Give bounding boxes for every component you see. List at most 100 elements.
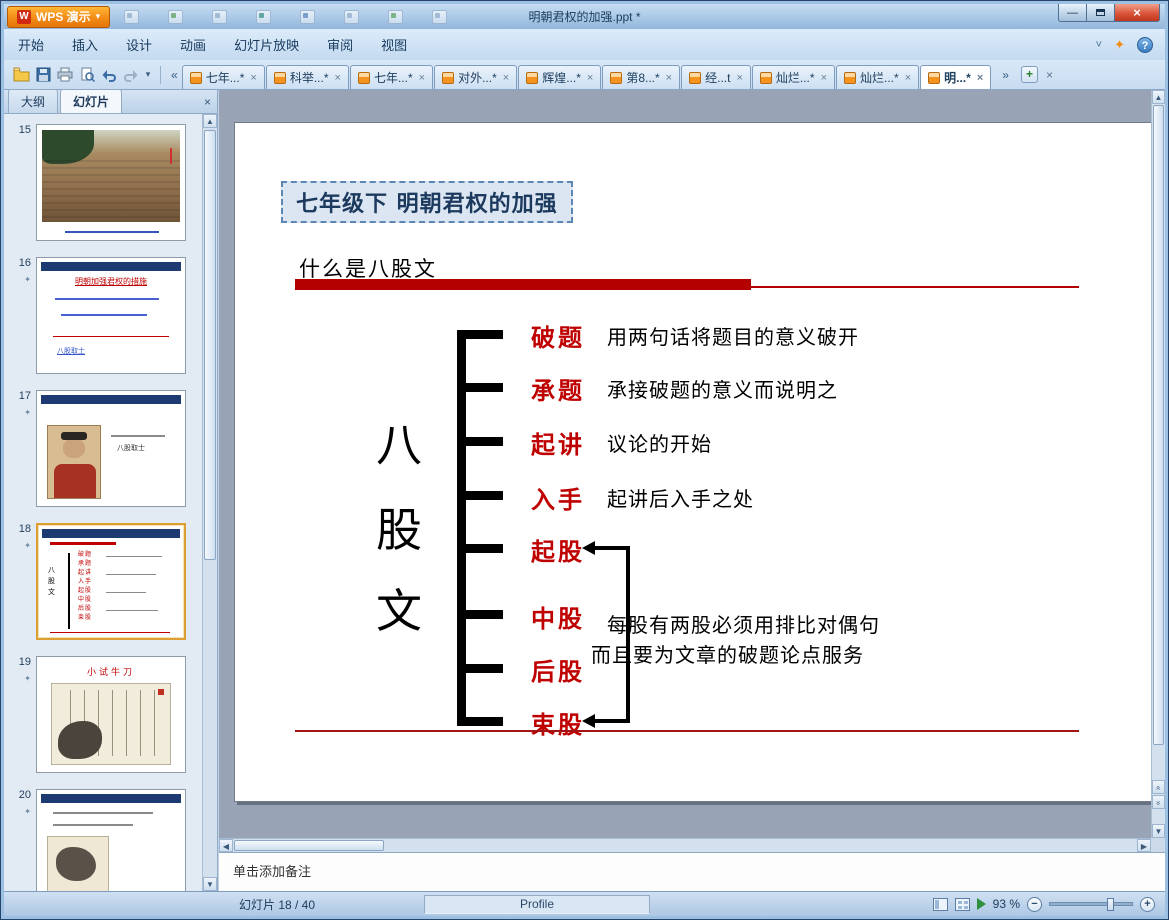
normal-view-button[interactable] bbox=[932, 897, 948, 911]
group-note-line2[interactable]: 而且要为文章的破题论点服务 bbox=[591, 639, 864, 668]
menu-start[interactable]: 开始 bbox=[4, 29, 58, 60]
horizontal-scrollbar[interactable]: ◀ ▶ bbox=[219, 838, 1151, 852]
menu-insert[interactable]: 插入 bbox=[58, 29, 112, 60]
slide-canvas[interactable]: 七年级下 明朝君权的加强 什么是八股文 八 股 文 破题 承题 起讲 入手 起股… bbox=[219, 90, 1151, 838]
open-button[interactable] bbox=[10, 64, 32, 86]
help-button[interactable]: ? bbox=[1137, 36, 1153, 53]
titlebar-doc-icon[interactable] bbox=[344, 9, 360, 24]
menu-slideshow[interactable]: 幻灯片放映 bbox=[220, 29, 313, 60]
minimize-button[interactable]: — bbox=[1058, 4, 1087, 22]
tab-close-icon[interactable]: × bbox=[335, 72, 341, 84]
stage-description[interactable]: 承接破题的意义而说明之 bbox=[607, 374, 838, 403]
scroll-tabs-left-button[interactable]: « bbox=[167, 66, 182, 84]
zoom-out-button[interactable]: − bbox=[1027, 896, 1042, 912]
scroll-up-icon[interactable]: ▲ bbox=[1152, 90, 1165, 104]
red-accent-bar[interactable] bbox=[295, 279, 751, 290]
tab-close-icon[interactable]: × bbox=[821, 72, 827, 84]
menu-animation[interactable]: 动画 bbox=[166, 29, 220, 60]
quick-access-dropdown-icon[interactable]: ▾ bbox=[142, 64, 154, 86]
collapse-ribbon-icon[interactable]: ˅ bbox=[1096, 39, 1102, 51]
tab-close-icon[interactable]: × bbox=[977, 72, 983, 84]
titlebar-doc-icon[interactable] bbox=[300, 9, 316, 24]
titlebar-doc-icon[interactable] bbox=[256, 9, 272, 24]
scroll-down-icon[interactable]: ▼ bbox=[1152, 824, 1165, 838]
thumbnail-preview[interactable]: 明朝加强君权的措施 八股取士 bbox=[36, 257, 186, 374]
doc-tab[interactable]: 辉煌...* × bbox=[518, 65, 602, 89]
thumbnail-row-16[interactable]: 16 ✦ 明朝加强君权的措施 八股取士 bbox=[4, 257, 202, 374]
scroll-tabs-right-button[interactable]: » bbox=[998, 66, 1013, 84]
doc-tab[interactable]: 对外...* × bbox=[434, 65, 518, 89]
thumbnail-preview[interactable]: 小试牛刀 bbox=[36, 656, 186, 773]
thumbnail-row-20[interactable]: 20 ✦ bbox=[4, 789, 202, 891]
tab-outline[interactable]: 大纲 bbox=[8, 89, 59, 113]
group-note-line1[interactable]: 每股有两股必须用排比对偶句 bbox=[607, 609, 880, 638]
previous-slide-button[interactable]: « bbox=[1152, 780, 1165, 794]
slide-editor[interactable]: 七年级下 明朝君权的加强 什么是八股文 八 股 文 破题 承题 起讲 入手 起股… bbox=[234, 122, 1151, 802]
tab-close-icon[interactable]: × bbox=[736, 72, 742, 84]
promo-icon[interactable]: ✦ bbox=[1114, 37, 1125, 53]
stage-label[interactable]: 后股 bbox=[523, 652, 593, 687]
stage-description[interactable]: 议论的开始 bbox=[607, 428, 712, 457]
doc-tab[interactable]: 灿烂...* × bbox=[836, 65, 920, 89]
doc-tab[interactable]: 科举...* × bbox=[265, 65, 349, 89]
notes-area[interactable]: 单击添加备注 bbox=[219, 852, 1165, 891]
titlebar-doc-icon[interactable] bbox=[212, 9, 228, 24]
doc-tab-active[interactable]: 明...* × bbox=[920, 65, 992, 89]
stage-description[interactable]: 起讲后入手之处 bbox=[607, 483, 754, 512]
thumbnail-row-17[interactable]: 17 ✦ 八股取士 bbox=[4, 390, 202, 507]
slide-sorter-view-button[interactable] bbox=[954, 897, 970, 911]
titlebar-doc-icon[interactable] bbox=[388, 9, 404, 24]
print-preview-button[interactable] bbox=[76, 64, 98, 86]
tab-close-icon[interactable]: × bbox=[503, 72, 509, 84]
thumbnail-preview[interactable]: 八 股 文 破题 承题 起讲 入手 起股 中股 后股 束股 bbox=[36, 523, 186, 640]
close-document-button[interactable]: × bbox=[1046, 68, 1053, 82]
vertical-title-char[interactable]: 股 bbox=[371, 494, 427, 560]
slideshow-play-button[interactable] bbox=[976, 898, 986, 910]
doc-tab[interactable]: 灿烂...* × bbox=[751, 65, 836, 89]
tab-close-icon[interactable]: × bbox=[419, 72, 425, 84]
slide-title-box[interactable]: 七年级下 明朝君权的加强 bbox=[281, 181, 573, 223]
titlebar-doc-icon[interactable] bbox=[168, 9, 184, 24]
close-button[interactable]: × bbox=[1115, 4, 1160, 22]
stage-description[interactable]: 用两句话将题目的意义破开 bbox=[607, 321, 859, 350]
doc-tab[interactable]: 经...t × bbox=[681, 65, 751, 89]
stage-label[interactable]: 起讲 bbox=[523, 425, 593, 460]
titlebar-doc-icon[interactable] bbox=[432, 9, 448, 24]
titlebar-doc-icon[interactable] bbox=[124, 9, 140, 24]
scrollbar-thumb[interactable] bbox=[1153, 105, 1164, 745]
doc-tab[interactable]: 七年...* × bbox=[181, 65, 265, 89]
vertical-title-char[interactable]: 文 bbox=[371, 575, 427, 641]
doc-tab[interactable]: 第8...* × bbox=[602, 65, 681, 89]
thumbnail-preview[interactable] bbox=[36, 789, 186, 891]
new-tab-button[interactable]: + bbox=[1020, 66, 1038, 83]
save-button[interactable] bbox=[32, 64, 54, 86]
tab-close-icon[interactable]: × bbox=[250, 72, 256, 84]
stage-label[interactable]: 入手 bbox=[523, 480, 593, 515]
print-button[interactable] bbox=[54, 64, 76, 86]
vertical-title-char[interactable]: 八 bbox=[371, 409, 427, 475]
thumbnail-row-19[interactable]: 19 ✦ 小试牛刀 bbox=[4, 656, 202, 773]
thumbnail-scrollbar[interactable]: ▲ ▼ bbox=[202, 114, 217, 891]
thumbnail-preview[interactable]: 八股取士 bbox=[36, 390, 186, 507]
tab-close-icon[interactable]: × bbox=[666, 72, 672, 84]
menu-review[interactable]: 审阅 bbox=[313, 29, 367, 60]
menu-design[interactable]: 设计 bbox=[112, 29, 166, 60]
tab-slides[interactable]: 幻灯片 bbox=[60, 89, 123, 113]
thumbnail-preview[interactable] bbox=[36, 124, 186, 241]
red-bottom-line[interactable] bbox=[295, 730, 1079, 732]
thumbnail-row-18-selected[interactable]: 18 ✦ 八 股 文 破题 承题 起讲 入手 起股 中股 后股 束股 bbox=[4, 523, 202, 640]
zoom-in-button[interactable]: + bbox=[1140, 896, 1155, 912]
scrollbar-thumb[interactable] bbox=[204, 130, 216, 560]
stage-label[interactable]: 中股 bbox=[523, 599, 593, 634]
stage-label[interactable]: 承题 bbox=[523, 371, 593, 406]
redo-button[interactable] bbox=[120, 64, 142, 86]
undo-button[interactable] bbox=[98, 64, 120, 86]
scroll-right-icon[interactable]: ▶ bbox=[1137, 839, 1151, 852]
thumbnail-row-15[interactable]: 15 bbox=[4, 124, 202, 241]
scroll-up-icon[interactable]: ▲ bbox=[203, 114, 217, 128]
wps-app-button[interactable]: W WPS 演示 ▾ bbox=[7, 5, 111, 28]
doc-tab[interactable]: 七年...* × bbox=[349, 65, 434, 89]
maximize-button[interactable] bbox=[1087, 4, 1115, 22]
next-slide-button[interactable]: » bbox=[1152, 795, 1165, 809]
zoom-slider[interactable] bbox=[1049, 898, 1133, 911]
